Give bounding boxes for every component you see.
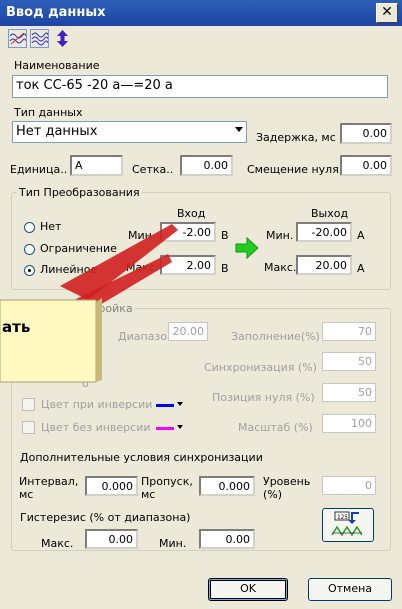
cancel-button[interactable]: Отмена xyxy=(308,578,392,601)
input-min-unit: В xyxy=(221,229,229,242)
output-min-label: Мин. xyxy=(266,229,294,242)
chevron-down-icon[interactable] xyxy=(177,425,183,429)
skip-input[interactable]: 0.000 xyxy=(199,476,255,496)
updown-arrows-icon[interactable] xyxy=(54,30,71,47)
sync-label: Синхронизация (%) xyxy=(204,361,317,374)
close-button[interactable]: ✕ xyxy=(376,3,398,23)
unit-label: Единица.. xyxy=(10,163,68,176)
window-title: Ввод данных xyxy=(6,5,106,20)
skip-label-1: Пропуск, xyxy=(141,475,193,488)
data-type-label: Тип данных xyxy=(14,106,83,119)
noinv-color-swatch[interactable] xyxy=(156,427,174,430)
level-label-2: (%) xyxy=(263,488,283,501)
wave-stack-icon[interactable] xyxy=(30,29,49,48)
output-max-field[interactable]: 20.00 xyxy=(296,255,352,275)
scale-input[interactable]: 100 xyxy=(322,414,376,433)
hysteresis-title: Гистерезис (% от диапазона) xyxy=(20,511,191,524)
output-header: Выход xyxy=(311,207,349,220)
hyst-max-label: Макс. xyxy=(41,537,74,550)
grid-input[interactable]: 0.00 xyxy=(180,155,233,176)
noinv-color-checkbox[interactable] xyxy=(22,421,35,434)
zero-pos-label: Позиция нуля (%) xyxy=(212,391,315,404)
hyst-max-input[interactable]: 0.00 xyxy=(85,529,138,549)
extra-sync-title: Дополнительные условия синхронизации xyxy=(20,451,263,464)
arrow-right-icon xyxy=(235,236,259,260)
fill-label: Заполнение(%) xyxy=(231,330,320,343)
inv-color-swatch[interactable] xyxy=(156,404,174,407)
input-header: Вход xyxy=(177,207,206,220)
counter-icon: 125 xyxy=(331,511,363,537)
data-type-value: Нет данных xyxy=(16,124,98,139)
inv-color-label[interactable]: Цвет при инверсии xyxy=(41,398,152,412)
hyst-min-input[interactable]: 0.00 xyxy=(199,529,255,549)
interval-label-2: мс xyxy=(19,488,34,501)
output-max-label: Макс. xyxy=(264,261,297,274)
grid-label: Сетка.. xyxy=(132,163,174,176)
conversion-title: Тип Преобразования xyxy=(17,186,142,199)
output-min-unit: А xyxy=(357,229,365,242)
level-input[interactable]: 0 xyxy=(322,476,376,495)
zero-offset-label: Смещение нуля xyxy=(247,163,339,176)
title-bar: Ввод данных ✕ xyxy=(0,0,402,26)
unit-input[interactable]: А xyxy=(70,155,123,176)
delay-label: Задержка, мс xyxy=(256,131,336,144)
delay-input[interactable]: 0.00 xyxy=(340,123,392,144)
interval-input[interactable]: 0.000 xyxy=(85,476,138,496)
zero-pos-input[interactable]: 50 xyxy=(322,383,376,402)
wave-icon[interactable] xyxy=(8,29,27,48)
output-max-unit: А xyxy=(357,262,365,275)
chevron-down-icon xyxy=(235,127,243,132)
fill-input[interactable]: 70 xyxy=(322,322,376,341)
output-min-field[interactable]: -20.00 xyxy=(296,222,352,242)
ok-button[interactable]: OK xyxy=(208,578,288,601)
counter-icon-text: 125 xyxy=(337,514,348,521)
zero-offset-input[interactable]: 0.00 xyxy=(340,155,392,176)
counter-icon-button[interactable]: 125 xyxy=(322,508,374,542)
name-label: Наименование xyxy=(14,59,100,72)
scale-label: Масштаб (%) xyxy=(238,421,313,434)
level-label-1: Уровень xyxy=(263,475,311,488)
skip-label-2: мс xyxy=(141,488,156,501)
interval-label-1: Интервал, xyxy=(19,475,79,488)
data-type-select[interactable]: Нет данных xyxy=(12,121,247,143)
tooltip-text: ать xyxy=(2,318,31,336)
close-icon: ✕ xyxy=(381,4,393,20)
input-max-unit: В xyxy=(221,262,229,275)
sync-input[interactable]: 50 xyxy=(322,352,376,371)
name-input[interactable]: ток СС-65 -20 а—=20 а xyxy=(12,75,388,98)
noinv-color-label[interactable]: Цвет без инверсии xyxy=(41,421,151,435)
chevron-down-icon[interactable] xyxy=(177,402,183,406)
hyst-min-label: Мин. xyxy=(159,537,187,550)
